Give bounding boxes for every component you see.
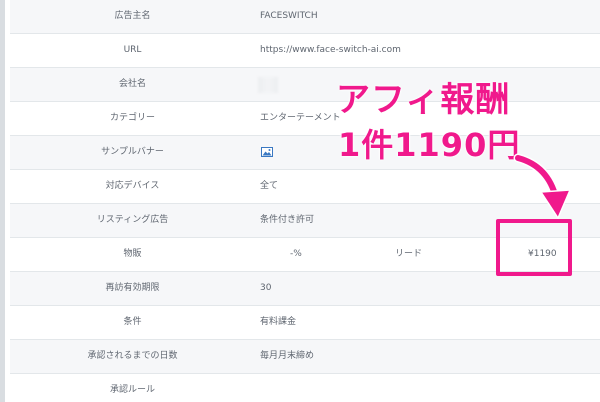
advertiser-name: FACESWITCH — [260, 11, 318, 21]
annotation-reward-title: アフィ報酬 — [336, 80, 511, 120]
table-row-approval-rule: 承認ルール — [10, 374, 600, 402]
row-label: 対応デバイス — [105, 181, 160, 191]
row-label: 会社名 — [118, 79, 146, 89]
row-label: 承認されるまでの日数 — [87, 351, 178, 361]
table-row-revisit: 再訪有効期限 30 — [10, 272, 600, 306]
table-row-condition: 条件 有料課金 — [10, 306, 600, 340]
merchandise-percent: -% — [290, 249, 302, 259]
row-label: カテゴリー — [109, 113, 155, 123]
device-value: 全て — [260, 181, 279, 191]
category-value: エンターテーメント — [260, 113, 341, 123]
table-row-approval-days: 承認されるまでの日数 毎月月末締め — [10, 340, 600, 374]
row-label: 物販 — [123, 249, 142, 259]
row-label: 広告主名 — [114, 11, 151, 21]
lead-label: リード — [395, 249, 423, 259]
table-row-advertiser: 広告主名 FACESWITCH — [10, 0, 600, 34]
row-label: 条件 — [123, 317, 142, 327]
table-row-url: URL https://www.face-switch-ai.com — [10, 34, 600, 68]
annotation-reward-amount: 1件1190円 — [338, 126, 521, 164]
approval-days-value: 毎月月末締め — [260, 351, 315, 361]
row-label: 再訪有効期限 — [105, 283, 160, 293]
redacted-company-name — [258, 77, 278, 93]
image-icon[interactable] — [261, 147, 273, 157]
revisit-value: 30 — [260, 283, 272, 293]
reward-highlight-box — [496, 219, 572, 276]
condition-value: 有料課金 — [260, 317, 297, 327]
advertiser-url-link[interactable]: https://www.face-switch-ai.com — [260, 34, 401, 67]
listing-ads-value: 条件付き許可 — [260, 215, 315, 225]
row-label: リスティング広告 — [96, 215, 169, 225]
arrow-icon — [513, 153, 572, 220]
row-label: 承認ルール — [109, 385, 155, 395]
row-label: サンプルバナー — [101, 147, 164, 157]
table-row-company: 会社名 — [10, 68, 600, 102]
row-label: URL — [123, 45, 142, 55]
